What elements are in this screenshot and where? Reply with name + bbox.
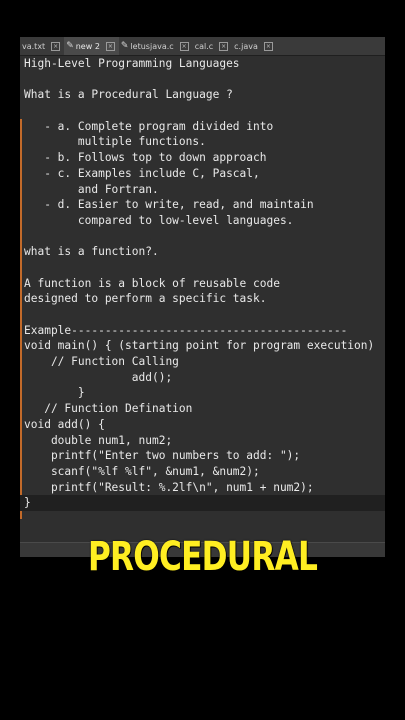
code-line: what is a function?. bbox=[24, 245, 159, 259]
code-line: - d. Easier to write, read, and maintain bbox=[24, 198, 314, 212]
code-line: Example---------------------------------… bbox=[24, 323, 348, 337]
tab-1[interactable]: ✎ new 2 × bbox=[64, 37, 119, 55]
code-line: } bbox=[20, 495, 385, 511]
code-line: scanf("%lf %lf", &num1, &num2); bbox=[24, 464, 260, 478]
code-line: } bbox=[24, 386, 85, 400]
code-line: A function is a block of reusable code bbox=[24, 276, 280, 290]
tab-0[interactable]: va.txt × bbox=[20, 37, 64, 55]
tab-label: c.java bbox=[234, 41, 258, 51]
code-line: printf("Enter two numbers to add: "); bbox=[24, 449, 301, 463]
code-line: void main() { (starting point for progra… bbox=[24, 339, 375, 353]
editor-window: va.txt × ✎ new 2 × ✎ letusjava.c × cal.c × c.java ×… bbox=[20, 37, 385, 557]
tab-label: va.txt bbox=[22, 41, 46, 51]
tab-label: letusjava.c bbox=[130, 41, 174, 51]
video-caption: PROCEDURAL bbox=[87, 534, 318, 580]
tab-3[interactable]: cal.c × bbox=[193, 37, 232, 55]
code-line: void add() { bbox=[24, 417, 105, 431]
change-marker-bar bbox=[20, 119, 22, 519]
tab-2[interactable]: ✎ letusjava.c × bbox=[119, 37, 193, 55]
pencil-icon: ✎ bbox=[120, 41, 129, 51]
pencil-icon: ✎ bbox=[66, 41, 74, 51]
code-line: double num1, num2; bbox=[24, 433, 173, 447]
code-line: printf("Result: %.2lf\n", num1 + num2); bbox=[24, 480, 314, 494]
code-line: // Function Defination bbox=[24, 402, 193, 416]
code-line: What is a Procedural Language ? bbox=[24, 88, 233, 102]
code-line: // Function Calling bbox=[24, 355, 179, 369]
code-line: compared to low-level languages. bbox=[24, 213, 294, 227]
close-icon[interactable]: × bbox=[219, 41, 229, 51]
status-text bbox=[20, 552, 26, 557]
code-line: High-Level Programming Languages bbox=[24, 57, 240, 70]
close-icon[interactable]: × bbox=[263, 41, 273, 51]
code-line: - a. Complete program divided into bbox=[24, 119, 274, 133]
code-line: - b. Follows top to down approach bbox=[24, 151, 267, 165]
code-editor[interactable]: High-Level Programming Languages What is … bbox=[20, 56, 385, 541]
tab-label: new 2 bbox=[75, 41, 100, 51]
code-line: multiple functions. bbox=[24, 135, 206, 149]
tab-4[interactable]: c.java × bbox=[232, 37, 277, 55]
close-icon[interactable]: × bbox=[179, 41, 189, 51]
code-line: add(); bbox=[24, 370, 173, 384]
tab-label: cal.c bbox=[194, 41, 214, 51]
code-line: and Fortran. bbox=[24, 182, 159, 196]
close-icon[interactable]: × bbox=[105, 41, 115, 51]
code-line: - c. Examples include C, Pascal, bbox=[24, 166, 260, 180]
close-icon[interactable]: × bbox=[51, 41, 61, 51]
code-line: designed to perform a specific task. bbox=[24, 292, 267, 306]
tab-bar: va.txt × ✎ new 2 × ✎ letusjava.c × cal.c × c.java × bbox=[20, 37, 385, 56]
